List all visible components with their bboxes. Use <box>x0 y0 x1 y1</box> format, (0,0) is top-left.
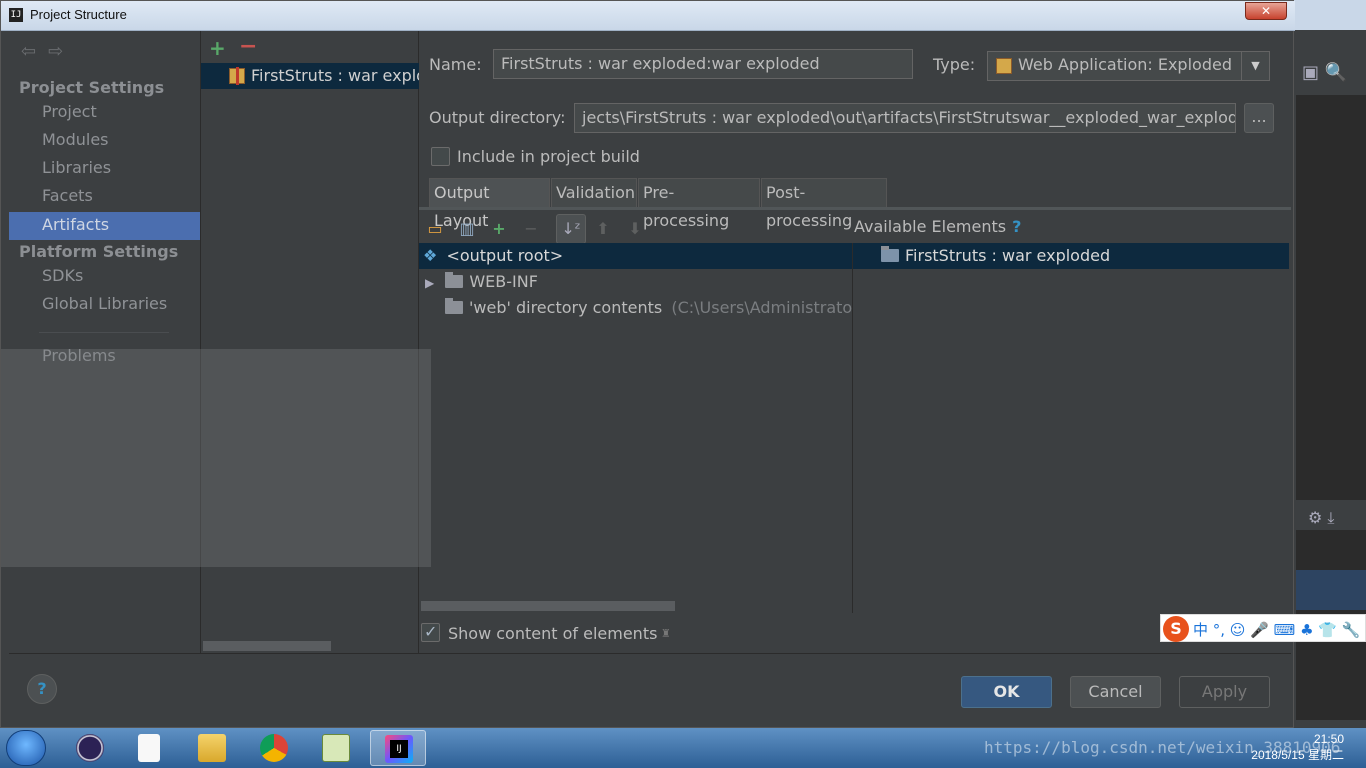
taskbar-notepad-plus[interactable] <box>308 730 364 766</box>
folder-icon <box>445 272 464 288</box>
nav-item-modules[interactable]: Modules <box>9 127 200 155</box>
type-label: Type: <box>933 55 976 74</box>
remove-artifact-icon[interactable]: − <box>239 34 257 59</box>
back-forward-icons[interactable]: ⇦⇨ <box>21 41 75 62</box>
taskbar-intellij[interactable]: IJ <box>370 730 426 766</box>
folder-icon <box>445 298 463 314</box>
dialog-button-bar: ? OK Cancel Apply <box>9 653 1291 723</box>
taskbar-chrome[interactable] <box>246 730 302 766</box>
tab-post-processing[interactable]: Post-processing <box>761 178 887 230</box>
artifact-editor: Name: FirstStruts : war exploded:war exp… <box>419 31 1291 653</box>
nav-item-problems[interactable]: Problems <box>9 343 200 371</box>
name-field[interactable]: FirstStruts : war exploded:war exploded <box>493 49 913 79</box>
nav-item-facets[interactable]: Facets <box>9 183 200 211</box>
tree-node-web-directory[interactable]: 'web' directory contents (C:\Users\Admin… <box>445 295 853 321</box>
artifact-list-item-label: FirstStruts : war exploded <box>251 66 419 85</box>
type-dropdown[interactable]: Web Application: Exploded ▼ <box>987 51 1270 81</box>
taskbar-eclipse[interactable] <box>62 730 118 766</box>
tree-node-output-root[interactable]: ❖ <output root> <box>423 243 563 269</box>
artifacts-list-panel: + − FirstStruts : war exploded <box>201 31 419 653</box>
background-gear-icon: ⚙ ⤓ <box>1308 508 1335 527</box>
nav-item-artifacts[interactable]: Artifacts <box>9 212 200 240</box>
add-element-icon[interactable]: + <box>488 218 510 240</box>
dialog-title: Project Structure <box>30 7 127 22</box>
clock-date: 2018/5/15 星期二 <box>1251 748 1344 762</box>
include-in-build-checkbox[interactable] <box>431 147 450 166</box>
close-button[interactable]: ✕ <box>1245 2 1287 20</box>
taskbar-explorer[interactable] <box>184 730 240 766</box>
include-in-build-label: Include in project build <box>457 147 640 166</box>
move-up-icon[interactable]: ⬆ <box>592 218 614 240</box>
tree-node-label: 'web' directory contents <box>469 298 663 317</box>
background-titlebar <box>1290 0 1366 30</box>
new-folder-icon[interactable]: ▭ <box>424 218 446 240</box>
apply-button[interactable]: Apply <box>1179 676 1270 708</box>
tab-validation[interactable]: Validation <box>551 178 637 208</box>
dialog-titlebar: IJ Project Structure ✕ <box>1 1 1295 31</box>
layout-horizontal-scrollbar[interactable] <box>421 601 675 611</box>
settings-nav: ⇦⇨ Project Settings Project Modules Libr… <box>9 31 201 653</box>
archive-icon[interactable]: ▥ <box>456 218 478 240</box>
output-root-icon: ❖ <box>423 246 438 265</box>
show-content-settings-icon[interactable]: ♜ <box>661 627 671 640</box>
background-toolbar-icons: ▣ 🔍 <box>1302 62 1348 83</box>
taskbar-file[interactable] <box>122 730 178 766</box>
ime-controls[interactable]: 中 °, ☺ 🎤 ⌨ ♣ 👕 🔧 <box>1193 619 1360 640</box>
available-elements-label: Available Elements <box>854 217 1007 236</box>
tree-node-label: <output root> <box>446 246 564 265</box>
system-clock[interactable]: 21:50 2018/5/15 星期二 <box>1244 731 1344 763</box>
output-directory-label: Output directory: <box>429 108 566 127</box>
nav-item-sdks[interactable]: SDKs <box>9 263 200 291</box>
tab-underline <box>419 207 1291 210</box>
module-folder-icon <box>881 246 899 262</box>
cancel-button[interactable]: Cancel <box>1070 676 1161 708</box>
show-content-checkbox[interactable] <box>421 622 440 642</box>
tab-output-layout[interactable]: Output Layout <box>429 178 550 230</box>
name-label: Name: <box>429 55 482 74</box>
browse-button[interactable]: ... <box>1244 103 1274 133</box>
background-editor <box>1296 95 1366 500</box>
available-element-label: FirstStruts : war exploded <box>905 246 1111 265</box>
nav-item-libraries[interactable]: Libraries <box>9 155 200 183</box>
tree-node-web-inf[interactable]: ▶ WEB-INF <box>425 269 538 295</box>
help-button[interactable]: ? <box>27 674 57 704</box>
tree-node-hint: (C:\Users\Administrator\Ic <box>671 298 853 317</box>
windows-taskbar: IJ https://blog.csdn.net/weixin_38810906… <box>0 728 1366 768</box>
sogou-logo-icon[interactable]: S <box>1163 616 1189 642</box>
remove-element-icon[interactable]: − <box>520 218 542 240</box>
project-structure-dialog: IJ Project Structure ✕ ⇦⇨ Project Settin… <box>0 0 1295 728</box>
tab-pre-processing[interactable]: Pre-processing <box>638 178 760 230</box>
ime-toolbar: S 中 °, ☺ 🎤 ⌨ ♣ 👕 🔧 <box>1160 614 1366 642</box>
type-value: Web Application: Exploded <box>1018 55 1232 74</box>
nav-item-global-libraries[interactable]: Global Libraries <box>9 291 200 319</box>
nav-divider <box>39 332 169 333</box>
artifact-war-icon <box>229 67 245 85</box>
available-element-item[interactable]: FirstStruts : war exploded <box>881 243 1110 269</box>
nav-item-project[interactable]: Project <box>9 99 200 127</box>
expand-arrow-icon[interactable]: ▶ <box>425 276 434 290</box>
chevron-down-icon[interactable]: ▼ <box>1241 52 1269 80</box>
web-app-icon <box>996 58 1012 74</box>
tree-node-label: WEB-INF <box>469 272 538 291</box>
show-content-label: Show content of elements <box>448 624 658 643</box>
help-question-icon[interactable]: ? <box>1012 217 1021 236</box>
clock-time: 21:50 <box>1313 732 1344 746</box>
artifact-list-item[interactable]: FirstStruts : war exploded <box>201 63 419 89</box>
add-artifact-icon[interactable]: + <box>209 36 226 60</box>
background-highlight <box>1296 570 1366 610</box>
artifact-list-scrollbar[interactable] <box>203 641 331 651</box>
sort-icon[interactable]: ↓ᶻ <box>556 214 586 244</box>
ok-button[interactable]: OK <box>961 676 1052 708</box>
move-down-icon[interactable]: ⬇ <box>624 218 646 240</box>
available-elements-header: Available Elements? <box>854 217 1021 236</box>
platform-settings-header: Platform Settings <box>19 242 179 261</box>
output-directory-field[interactable]: jects\FirstStruts : war exploded\out\art… <box>574 103 1236 133</box>
project-settings-header: Project Settings <box>19 78 165 97</box>
intellij-app-icon: IJ <box>9 8 23 22</box>
start-button[interactable] <box>6 730 46 766</box>
